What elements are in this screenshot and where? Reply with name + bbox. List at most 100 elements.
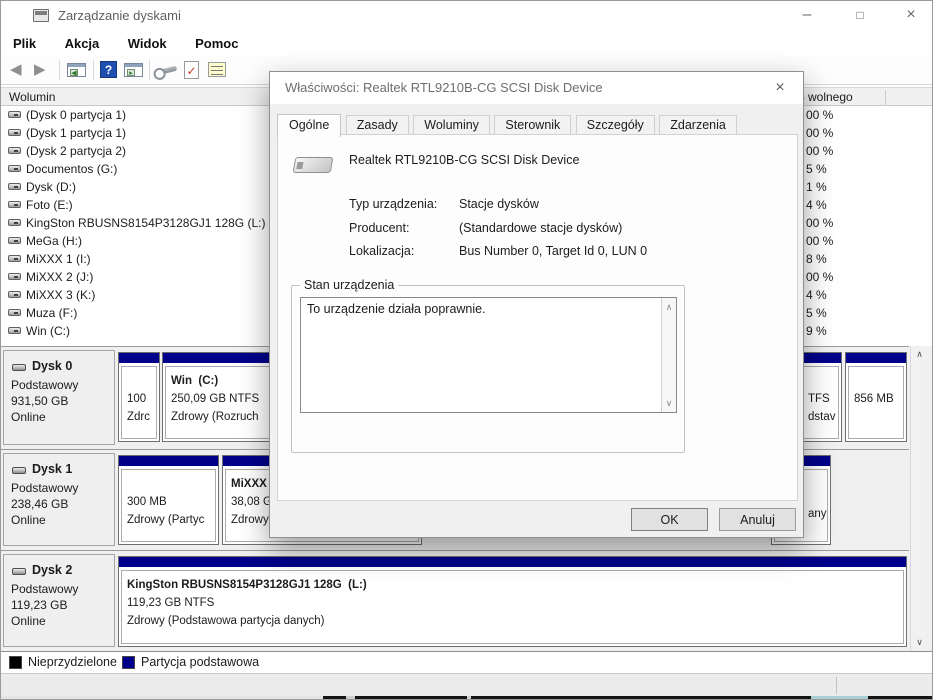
scroll-up-icon[interactable]: ∧ (662, 300, 676, 314)
dialog-title: Właściwości: Realtek RTL9210B-CG SCSI Di… (285, 80, 603, 95)
disk-kind: Podstawowy (11, 582, 79, 596)
field-value-location: Bus Number 0, Target Id 0, LUN 0 (459, 244, 648, 258)
unallocated-swatch (9, 656, 22, 669)
disk-kind: Podstawowy (11, 481, 79, 495)
volume-free-percent: 00 % (806, 126, 834, 140)
volume-icon (8, 237, 21, 244)
volume-free-percent: 00 % (806, 216, 834, 230)
properties-icon[interactable] (208, 62, 226, 77)
disk0-partition-856mb[interactable]: 856 MB (845, 352, 907, 442)
disk-size: 931,50 GB (11, 394, 69, 408)
device-icon (292, 157, 334, 173)
volume-icon (8, 219, 21, 226)
device-state-group: Stan urządzenia To urządzenie działa pop… (291, 278, 685, 453)
disk1-header[interactable]: Dysk 1 Podstawowy 238,46 GB Online (3, 453, 115, 546)
volume-label: Muza (F:) (26, 306, 78, 320)
volume-icon (8, 147, 21, 154)
dialog-close-icon[interactable]: × (767, 76, 793, 100)
textbox-scrollbar[interactable]: ∧ ∨ (661, 298, 676, 412)
show-console-tree-icon[interactable]: ◀ (67, 63, 86, 77)
device-state-textbox[interactable]: To urządzenie działa poprawnie. ∧ ∨ (300, 297, 677, 413)
disk-size: 119,23 GB (11, 598, 68, 612)
device-name: Realtek RTL9210B-CG SCSI Disk Device (349, 153, 580, 167)
menu-widok[interactable]: Widok (116, 31, 179, 56)
disk-name: Dysk 0 (32, 359, 73, 373)
field-label-manufacturer: Producent: (349, 221, 410, 235)
menu-akcja[interactable]: Akcja (53, 31, 112, 56)
volume-icon (8, 165, 21, 172)
disk-size: 238,46 GB (11, 497, 69, 511)
disk2-header[interactable]: Dysk 2 Podstawowy 119,23 GB Online (3, 554, 115, 647)
column-volume[interactable]: Wolumin (9, 90, 55, 104)
legend-unallocated-label: Nieprzydzielone (28, 655, 117, 669)
legend: Nieprzydzielone Partycja podstawowa (1, 651, 932, 673)
tab-zdarzenia[interactable]: Zdarzenia (659, 115, 737, 135)
toolbar-separator (149, 60, 150, 80)
menu-bar: Plik Akcja Widok Pomoc (1, 31, 932, 56)
volume-label: MiXXX 2 (J:) (26, 270, 94, 284)
disk-kind: Podstawowy (11, 378, 79, 392)
app-icon (33, 9, 49, 22)
disk0-partition-efi[interactable]: 100 Zdrc (118, 352, 160, 442)
disk2-partition-kingston[interactable]: KingSton RBUSNS8154P3128GJ1 128G (L:) 11… (118, 556, 907, 647)
maximize-icon[interactable]: □ (846, 5, 874, 27)
tab-zasady[interactable]: Zasady (345, 115, 409, 135)
minimize-icon[interactable]: – (793, 5, 821, 27)
volume-label: Dysk (D:) (26, 180, 76, 194)
volume-label: (Dysk 0 partycja 1) (26, 108, 127, 122)
volume-free-percent: 00 % (806, 270, 834, 284)
volume-free-percent: 1 % (806, 180, 827, 194)
field-value-manufacturer: (Standardowe stacje dysków) (459, 221, 623, 235)
volume-free-percent: 4 % (806, 198, 827, 212)
tab-ogolne[interactable]: Ogólne (277, 114, 342, 137)
partition-color-bar (119, 353, 159, 364)
tab-page-general: Realtek RTL9210B-CG SCSI Disk Device Typ… (277, 134, 798, 501)
check-document-icon[interactable]: ✓ (184, 61, 199, 79)
disk1-partition-300mb[interactable]: 300 MB Zdrowy (Partyc (118, 455, 219, 545)
volume-icon (8, 201, 21, 208)
back-icon[interactable]: ◀ (10, 60, 22, 80)
properties-dialog: Właściwości: Realtek RTL9210B-CG SCSI Di… (269, 71, 804, 538)
disk-status: Online (11, 513, 46, 527)
scroll-up-icon[interactable]: ∧ (911, 346, 928, 363)
field-label-device-type: Typ urządzenia: (349, 197, 438, 211)
column-separator (885, 90, 886, 105)
disk-view-scrollbar[interactable]: ∧ ∨ (910, 346, 927, 651)
cancel-button[interactable]: Anuluj (719, 508, 796, 531)
partition-color-bar (846, 353, 906, 364)
device-state-title: Stan urządzenia (300, 278, 399, 292)
volume-free-percent: 00 % (806, 108, 834, 122)
statusbar-separator (836, 677, 837, 694)
toolbar-separator (59, 60, 60, 80)
tab-woluminy[interactable]: Woluminy (413, 115, 490, 135)
show-action-pane-icon[interactable]: ▸ (124, 63, 143, 77)
field-label-location: Lokalizacja: (349, 244, 415, 258)
volume-icon (8, 111, 21, 118)
disk-icon (12, 364, 26, 371)
volume-label: (Dysk 1 partycja 1) (26, 126, 127, 140)
tool-icon[interactable] (156, 65, 178, 76)
volume-label: Documentos (G:) (26, 162, 118, 176)
volume-label: KingSton RBUSNS8154P3128GJ1 128G (L:) (26, 216, 266, 230)
disk0-header[interactable]: Dysk 0 Podstawowy 931,50 GB Online (3, 350, 115, 445)
help-icon[interactable]: ? (100, 61, 117, 78)
tab-sterownik[interactable]: Sterownik (494, 115, 572, 135)
scroll-down-icon[interactable]: ∨ (662, 396, 676, 410)
ok-button[interactable]: OK (631, 508, 708, 531)
volume-icon (8, 273, 21, 280)
device-state-text: To urządzenie działa poprawnie. (307, 302, 486, 316)
close-icon[interactable]: × (897, 5, 925, 27)
volume-icon (8, 327, 21, 334)
field-value-device-type: Stacje dysków (459, 197, 539, 211)
volume-free-percent: 00 % (806, 144, 834, 158)
volume-icon (8, 309, 21, 316)
volume-icon (8, 255, 21, 262)
scroll-down-icon[interactable]: ∨ (911, 634, 928, 651)
forward-icon[interactable]: ▶ (34, 60, 46, 80)
partition-color-bar (119, 557, 906, 568)
volume-free-percent: 5 % (806, 162, 827, 176)
tab-szczegoly[interactable]: Szczegóły (575, 115, 655, 135)
menu-plik[interactable]: Plik (1, 31, 48, 56)
menu-pomoc[interactable]: Pomoc (183, 31, 250, 56)
volume-label: Win (C:) (26, 324, 70, 338)
